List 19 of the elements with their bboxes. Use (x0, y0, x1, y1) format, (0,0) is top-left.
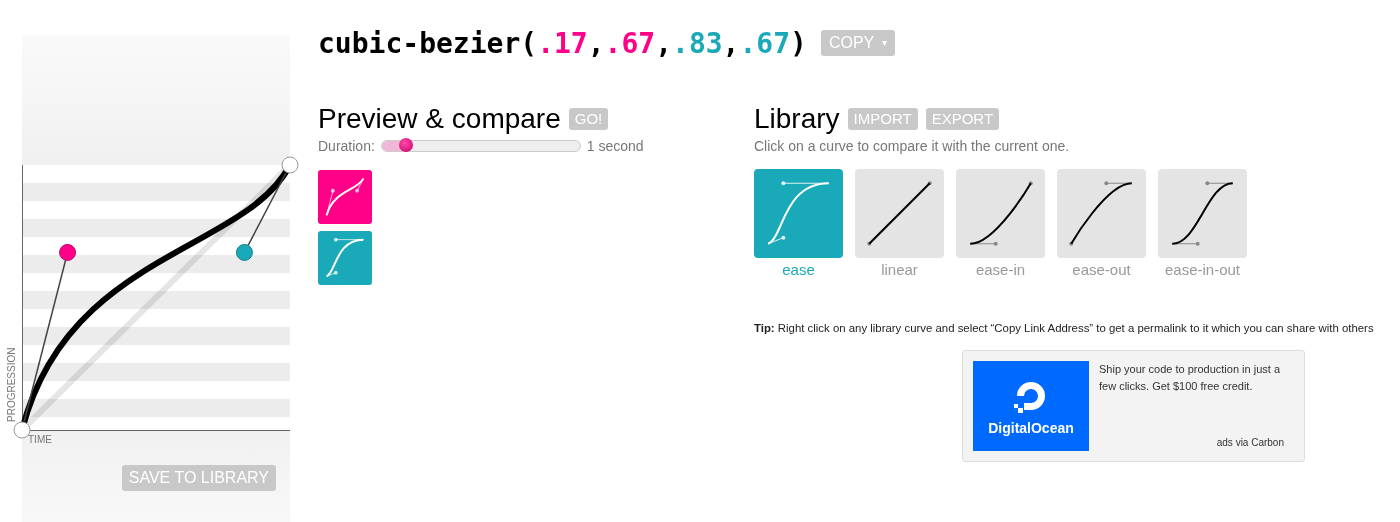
axis-label: PROGRESSION (6, 347, 17, 422)
duration-reading: 1 second (586, 138, 644, 154)
preview-tile[interactable] (318, 231, 372, 285)
control-handle[interactable] (59, 243, 77, 261)
section-title: Library (754, 102, 840, 136)
duration-label: Duration: (318, 138, 375, 154)
axis-label: TIME (28, 434, 52, 445)
library-hint: Click on a curve to compare it with the current one. (754, 138, 1071, 154)
brand-name: DigitalOcean (988, 420, 1074, 436)
section-title: Preview & compare (318, 102, 561, 136)
preview-tile[interactable] (318, 170, 372, 224)
control-handle[interactable] (235, 243, 253, 261)
bezier-function-text: cubic-bezier(.17,.67,.83,.67) (318, 26, 807, 60)
ad-image[interactable]: DigitalOcean (973, 361, 1089, 451)
endpoint-handle[interactable] (281, 156, 299, 174)
duration-slider[interactable] (380, 140, 581, 152)
tip-text: Tip: Right click on any library curve and select “Copy Link Address” to get a permalink to it which you can share with others (754, 322, 1374, 334)
ad-credit[interactable]: ads via Carbon (1216, 434, 1284, 451)
ad-text[interactable]: Ship your code to production in just a few clicks. Get $100 free credit. (1099, 361, 1284, 395)
